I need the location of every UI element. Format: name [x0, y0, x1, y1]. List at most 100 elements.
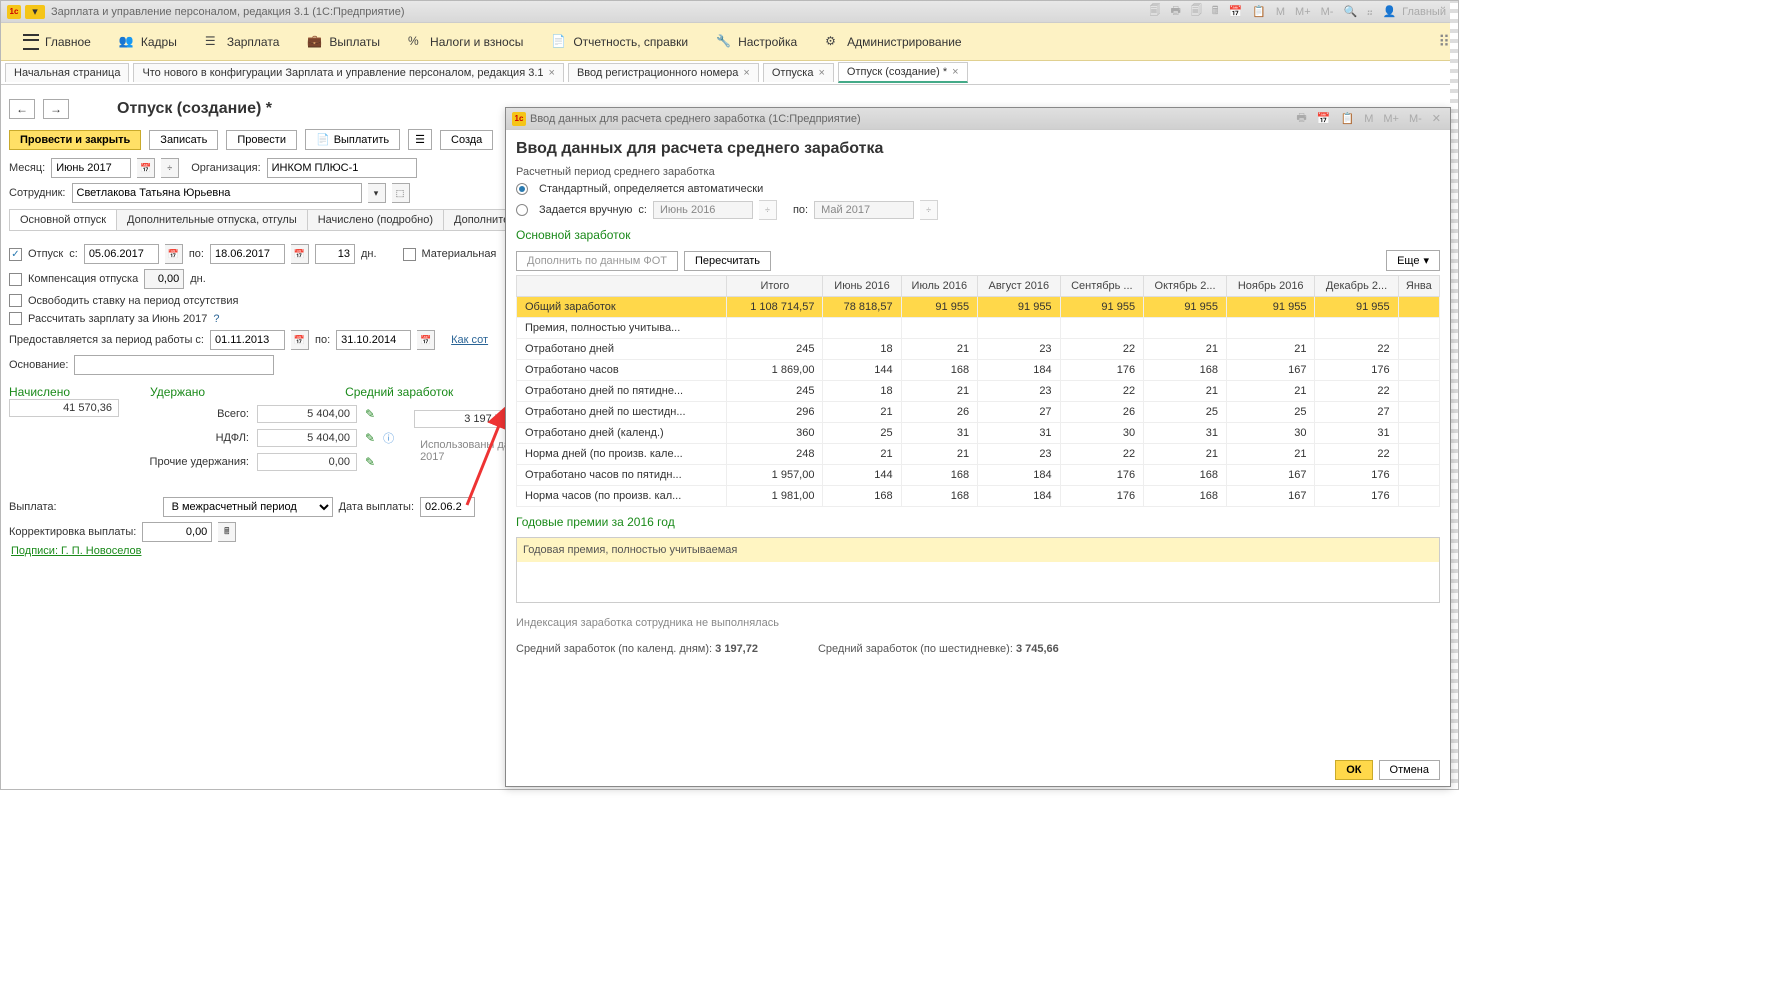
table-header[interactable]: Декабрь 2...: [1315, 276, 1398, 297]
cell[interactable]: [1398, 486, 1439, 507]
schedule-icon[interactable]: 📋: [1337, 112, 1357, 125]
cell[interactable]: 167: [1226, 486, 1314, 507]
cell[interactable]: [1398, 381, 1439, 402]
cell[interactable]: 22: [1060, 339, 1144, 360]
memory-mminus[interactable]: M-: [1406, 113, 1425, 125]
month-input[interactable]: [51, 158, 131, 178]
cell[interactable]: [1398, 360, 1439, 381]
grip-icon[interactable]: ᎓᎓: [1364, 4, 1375, 19]
close-icon[interactable]: ×: [743, 67, 749, 79]
menu-main[interactable]: Главное: [9, 34, 105, 50]
cell[interactable]: 168: [1144, 486, 1227, 507]
forward-button[interactable]: →: [43, 99, 69, 119]
memory-mplus[interactable]: M+: [1292, 6, 1314, 18]
cell[interactable]: 91 955: [1060, 297, 1144, 318]
tool-icon[interactable]: 🖶: [1167, 2, 1183, 21]
free-rate-checkbox[interactable]: [9, 294, 22, 307]
period-from-input[interactable]: [210, 330, 285, 350]
recalc-button[interactable]: Пересчитать: [684, 251, 771, 271]
cell[interactable]: 21: [1226, 381, 1314, 402]
cell[interactable]: [1060, 318, 1144, 339]
earnings-table[interactable]: ИтогоИюнь 2016Июль 2016Август 2016Сентяб…: [516, 275, 1440, 507]
cell[interactable]: 167: [1226, 360, 1314, 381]
cell[interactable]: 26: [901, 402, 978, 423]
cell[interactable]: 184: [978, 465, 1060, 486]
cell[interactable]: 248: [727, 444, 823, 465]
calendar-icon[interactable]: 📅: [291, 330, 309, 350]
tab-vacation-create[interactable]: Отпуск (создание) *×: [838, 62, 968, 83]
cell[interactable]: 18: [823, 339, 901, 360]
pencil-icon[interactable]: ✎: [365, 455, 375, 469]
calendar-icon[interactable]: 📅: [1225, 5, 1245, 18]
tool-icon[interactable]: 🔍: [1340, 5, 1360, 18]
post-close-button[interactable]: Провести и закрыть: [9, 130, 141, 150]
cell[interactable]: [1398, 339, 1439, 360]
cell[interactable]: 1 869,00: [727, 360, 823, 381]
info-icon[interactable]: ⓘ: [383, 430, 394, 446]
cell[interactable]: 21: [901, 444, 978, 465]
period-std-radio[interactable]: [516, 183, 528, 195]
cell[interactable]: 91 955: [1315, 297, 1398, 318]
tool-icon[interactable]: 🗐: [1188, 2, 1205, 21]
table-row[interactable]: Отработано дней24518212322212122: [517, 339, 1440, 360]
employee-input[interactable]: [72, 183, 362, 203]
cell[interactable]: 22: [1060, 381, 1144, 402]
back-button[interactable]: ←: [9, 99, 35, 119]
cell[interactable]: [1315, 318, 1398, 339]
app-dropdown-icon[interactable]: ▾: [25, 5, 45, 19]
table-row[interactable]: Премия, полностью учитыва...: [517, 318, 1440, 339]
post-button[interactable]: Провести: [226, 130, 297, 150]
create-button[interactable]: Созда: [440, 130, 493, 150]
cell[interactable]: 91 955: [978, 297, 1060, 318]
calendar-icon[interactable]: 📅: [291, 244, 309, 264]
cell[interactable]: [1398, 423, 1439, 444]
cell[interactable]: 91 955: [1226, 297, 1314, 318]
cell[interactable]: 30: [1226, 423, 1314, 444]
cell[interactable]: [1398, 465, 1439, 486]
menu-taxes[interactable]: %Налоги и взносы: [394, 34, 537, 50]
menu-reports[interactable]: 📄Отчетность, справки: [537, 34, 702, 50]
close-icon[interactable]: ×: [549, 67, 555, 79]
cell[interactable]: 176: [1315, 360, 1398, 381]
cell[interactable]: 168: [901, 465, 978, 486]
pencil-icon[interactable]: ✎: [365, 431, 375, 445]
basis-input[interactable]: [74, 355, 274, 375]
bonus-row[interactable]: Годовая премия, полностью учитываемая: [517, 538, 1439, 562]
cell[interactable]: [978, 318, 1060, 339]
cell[interactable]: 176: [1060, 465, 1144, 486]
cell[interactable]: 30: [1060, 423, 1144, 444]
memory-m[interactable]: M: [1273, 6, 1288, 18]
menu-payments[interactable]: 💼Выплаты: [293, 34, 394, 50]
cell[interactable]: 23: [978, 339, 1060, 360]
ok-button[interactable]: ОК: [1335, 760, 1372, 780]
cell[interactable]: 23: [978, 444, 1060, 465]
leave-from-input[interactable]: [84, 244, 159, 264]
close-icon[interactable]: ×: [952, 66, 958, 78]
cell[interactable]: 91 955: [901, 297, 978, 318]
cancel-button[interactable]: Отмена: [1379, 760, 1440, 780]
cell[interactable]: 22: [1315, 381, 1398, 402]
cell[interactable]: 21: [1226, 444, 1314, 465]
cell[interactable]: 27: [978, 402, 1060, 423]
print-icon[interactable]: 🖶: [1293, 109, 1309, 128]
cell[interactable]: 168: [1144, 465, 1227, 486]
cell[interactable]: 26: [1060, 402, 1144, 423]
pay-select[interactable]: В межрасчетный период: [163, 497, 333, 517]
menu-admin[interactable]: ⚙Администрирование: [811, 34, 975, 50]
table-header[interactable]: [517, 276, 727, 297]
calendar-icon[interactable]: 📅: [1314, 112, 1334, 125]
tab-accrued[interactable]: Начислено (подробно): [307, 209, 444, 230]
leave-checkbox[interactable]: ✓: [9, 248, 22, 261]
calculator-icon[interactable]: 🖩: [1209, 2, 1222, 21]
close-icon[interactable]: ×: [818, 67, 824, 79]
spinner-icon[interactable]: ÷: [161, 158, 179, 178]
pay-button[interactable]: 📄 Выплатить: [305, 129, 400, 150]
table-header[interactable]: Янва: [1398, 276, 1439, 297]
corr-input[interactable]: [142, 522, 212, 542]
cell[interactable]: 176: [1315, 465, 1398, 486]
table-header[interactable]: Октябрь 2...: [1144, 276, 1227, 297]
table-row[interactable]: Отработано дней по шестидн...29621262726…: [517, 402, 1440, 423]
table-row[interactable]: Отработано дней (календ.)360253131303130…: [517, 423, 1440, 444]
cell[interactable]: 245: [727, 381, 823, 402]
cell[interactable]: 176: [1315, 486, 1398, 507]
